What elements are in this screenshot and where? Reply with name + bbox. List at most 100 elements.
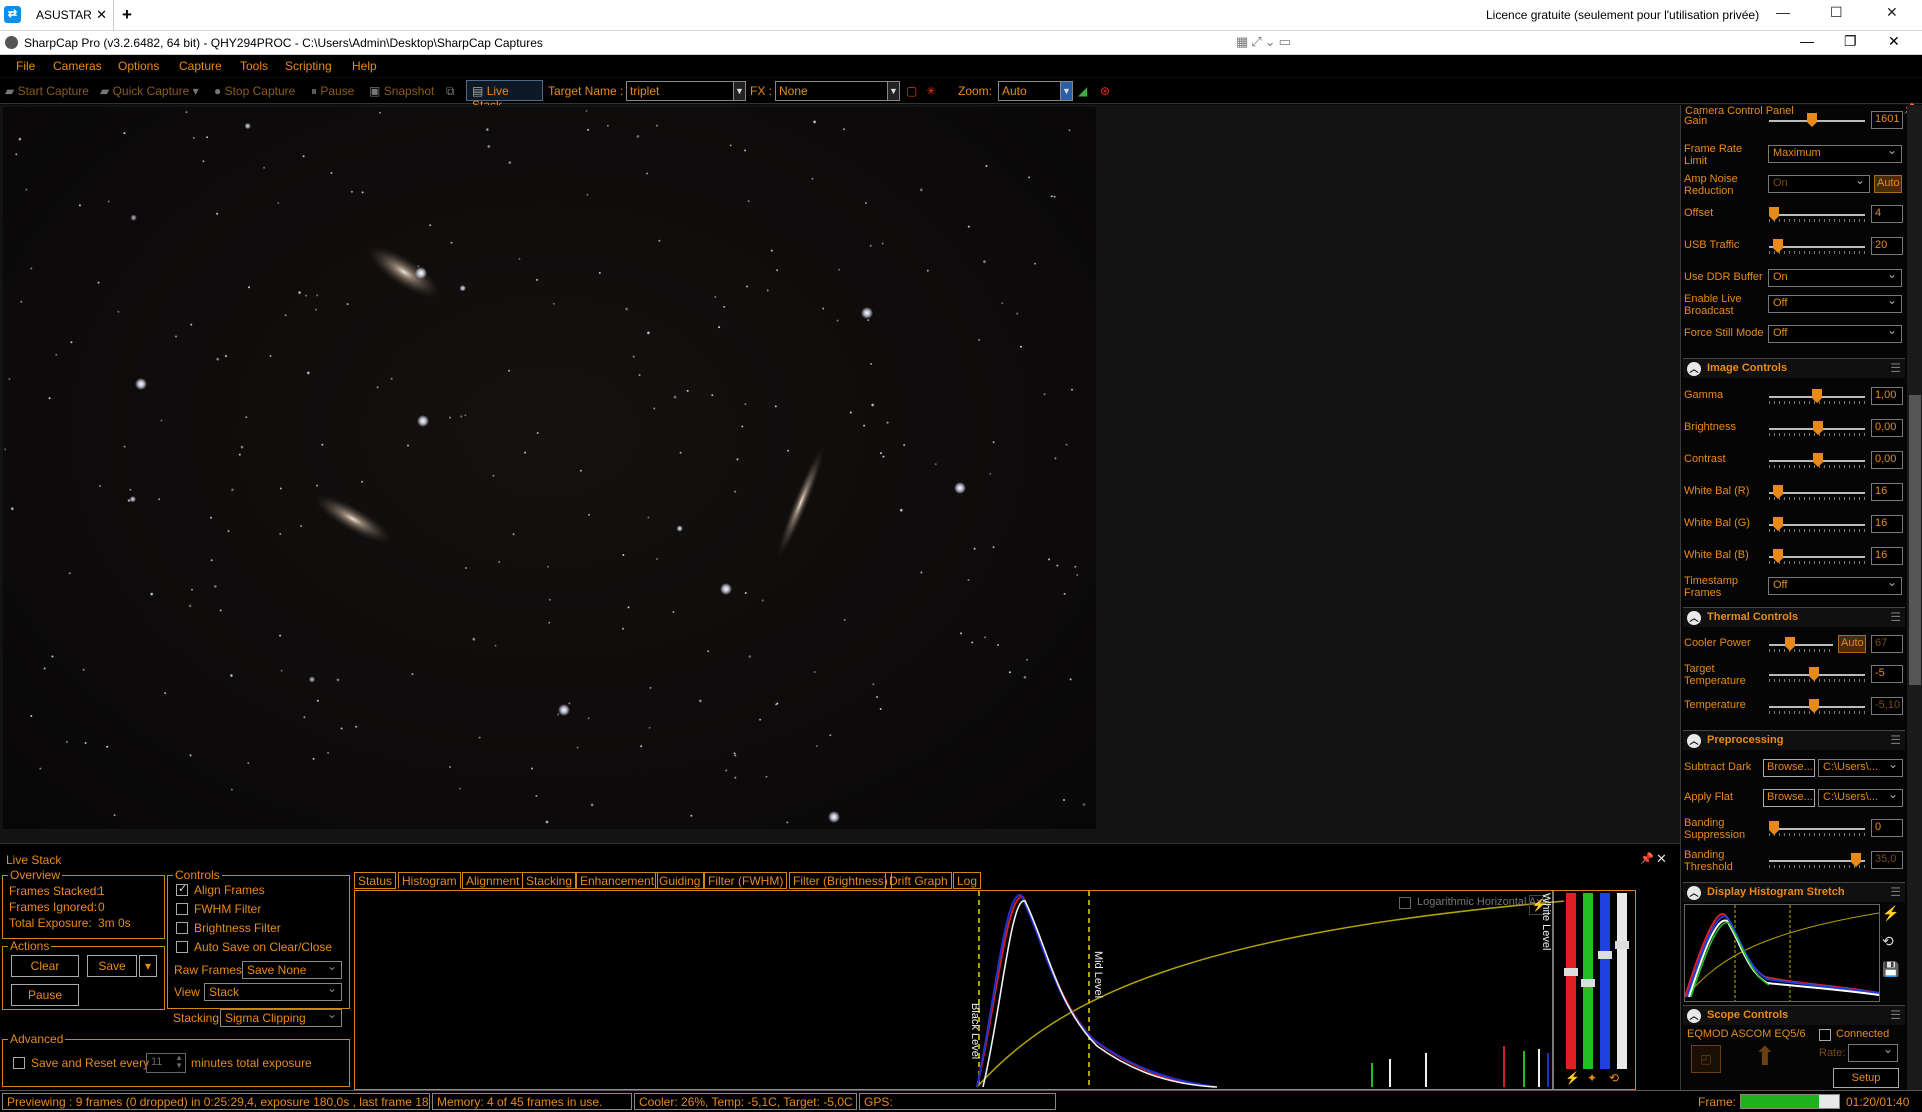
white-bal-b-value[interactable]: 16 — [1871, 547, 1903, 565]
app-minimize-icon[interactable]: — — [1800, 33, 1814, 49]
section-menu-icon[interactable]: ☰ — [1890, 361, 1901, 375]
fx-dropdown-icon[interactable]: ▼ — [887, 81, 900, 101]
histogram-toggle-icon[interactable]: ◢ — [1078, 84, 1087, 98]
tab-alignment[interactable]: Alignment — [462, 872, 524, 889]
raw-frames-select[interactable]: Save None — [242, 959, 342, 979]
tab-enhancement[interactable]: Enhancement — [576, 872, 659, 889]
snapshot-button[interactable]: ▣ Snapshot — [369, 84, 434, 98]
target-name-dropdown-icon[interactable]: ▼ — [733, 81, 746, 101]
mini-histogram[interactable] — [1684, 904, 1880, 1002]
ddr-buffer-select[interactable]: On — [1768, 267, 1902, 287]
white-slider-thumb[interactable] — [1615, 941, 1629, 949]
gamma-value[interactable]: 1,00 — [1871, 387, 1903, 405]
app-restore-icon[interactable]: ❐ — [1844, 33, 1857, 50]
contrast-value[interactable]: 0,00 — [1871, 451, 1903, 469]
image-controls-header[interactable]: ︿ Image Controls ☰ — [1683, 358, 1905, 378]
menu-scripting[interactable]: Scripting — [285, 59, 332, 73]
usb-traffic-slider[interactable] — [1769, 239, 1865, 255]
amp-noise-auto-button[interactable]: Auto — [1874, 175, 1902, 193]
fx-select[interactable]: None — [775, 81, 900, 101]
banding-threshold-slider[interactable] — [1769, 853, 1865, 869]
menu-options[interactable]: Options — [118, 59, 159, 73]
frame-rate-select[interactable]: Maximum — [1768, 143, 1902, 163]
dropdown-arrow-icon[interactable]: ▾ — [193, 84, 199, 98]
contrast-slider[interactable] — [1769, 453, 1865, 469]
browse-dark-button[interactable]: Browse... — [1763, 759, 1815, 777]
spinner-icon[interactable]: ▲ ▼ — [175, 1054, 183, 1070]
section-menu-icon[interactable]: ☰ — [1890, 610, 1901, 624]
save-reset-checkbox[interactable] — [13, 1057, 25, 1069]
tab-guiding[interactable]: Guiding — [655, 872, 705, 889]
clear-button[interactable]: Clear — [11, 955, 79, 977]
offset-value[interactable]: 4 — [1871, 205, 1903, 223]
thermal-controls-header[interactable]: ︿ Thermal Controls ☰ — [1683, 607, 1905, 627]
collapse-icon[interactable]: ︿ — [1687, 362, 1701, 376]
tab-drift-graph[interactable]: Drift Graph — [885, 872, 952, 889]
panel-scrollbar[interactable] — [1907, 105, 1922, 1090]
section-menu-icon[interactable]: ☰ — [1890, 1008, 1901, 1022]
zoom-select[interactable]: Auto — [998, 81, 1066, 101]
cooler-auto-button[interactable]: Auto — [1838, 635, 1866, 653]
reticle-icon[interactable]: ✳ — [926, 84, 936, 98]
tab-histogram[interactable]: Histogram — [398, 872, 461, 889]
tab-log[interactable]: Log — [953, 872, 982, 889]
start-capture-button[interactable]: ▰ Start Capture — [5, 84, 89, 98]
close-tab-icon[interactable]: ✕ — [96, 7, 107, 23]
live-broadcast-select[interactable]: Off — [1768, 293, 1902, 313]
collapse-icon[interactable]: ︿ — [1687, 734, 1701, 748]
menu-cameras[interactable]: Cameras — [53, 59, 102, 73]
green-slider-thumb[interactable] — [1581, 979, 1595, 987]
section-menu-icon[interactable]: ☰ — [1890, 885, 1901, 899]
connected-checkbox[interactable] — [1819, 1029, 1831, 1041]
save-stretch-icon[interactable]: 💾 — [1882, 961, 1899, 978]
flat-path-select[interactable]: C:\Users\... — [1818, 787, 1903, 807]
stack-histogram[interactable]: Logarithmic Horizontal Axis ⚡ Black Leve… — [354, 890, 1636, 1090]
star-icon[interactable]: ✦ — [1587, 1071, 1597, 1085]
white-bal-r-slider[interactable] — [1769, 485, 1865, 501]
rate-select[interactable] — [1848, 1042, 1898, 1062]
white-bal-r-value[interactable]: 16 — [1871, 483, 1903, 501]
white-bal-g-value[interactable]: 16 — [1871, 515, 1903, 533]
tab-filter-fwhm[interactable]: Filter (FWHM) — [704, 872, 788, 889]
settings-icon[interactable]: ⧉ — [446, 84, 455, 99]
brightness-filter-checkbox[interactable] — [176, 922, 188, 934]
menu-capture[interactable]: Capture — [179, 59, 222, 73]
zoom-dropdown-icon[interactable]: ▼ — [1060, 81, 1073, 101]
cooler-power-value[interactable]: 67 — [1871, 635, 1903, 653]
view-select[interactable]: Stack — [204, 981, 342, 1001]
target-icon[interactable]: ⊛ — [1100, 84, 1110, 98]
target-name-input[interactable]: triplet — [626, 81, 746, 101]
fwhm-filter-checkbox[interactable] — [176, 903, 188, 915]
session-tab[interactable]: ASUSTAR ✕ — [26, 0, 114, 31]
section-menu-icon[interactable]: ☰ — [1890, 733, 1901, 747]
menu-tools[interactable]: Tools — [240, 59, 268, 73]
minimize-icon[interactable]: — — [1776, 4, 1790, 20]
image-viewer[interactable] — [0, 105, 1680, 843]
banding-suppression-value[interactable]: 0 — [1871, 819, 1903, 837]
tab-stacking[interactable]: Stacking — [522, 872, 577, 889]
reset-icon[interactable]: ⟲ — [1609, 1071, 1619, 1085]
align-frames-checkbox[interactable] — [176, 882, 188, 896]
gamma-slider[interactable] — [1769, 389, 1865, 405]
north-arrow-icon[interactable]: ⬆ — [1754, 1043, 1776, 1069]
remote-toolbar-icons[interactable]: ▦⤢⌄▭ — [1236, 34, 1294, 50]
live-stack-button[interactable]: ▤ Live Stack — [466, 80, 543, 112]
gain-slider[interactable] — [1769, 113, 1865, 129]
menu-help[interactable]: Help — [352, 59, 377, 73]
maximize-icon[interactable]: ☐ — [1830, 4, 1843, 21]
white-bal-b-slider[interactable] — [1769, 549, 1865, 565]
timestamp-select[interactable]: Off — [1768, 575, 1902, 595]
white-bal-g-slider[interactable] — [1769, 517, 1865, 533]
menu-file[interactable]: File — [16, 59, 35, 73]
tab-status[interactable]: Status — [354, 872, 397, 889]
red-slider-thumb[interactable] — [1564, 968, 1578, 976]
dark-path-select[interactable]: C:\Users\... — [1818, 757, 1903, 777]
browse-flat-button[interactable]: Browse... — [1763, 789, 1815, 807]
gain-value[interactable]: 1601 — [1871, 111, 1903, 129]
target-temp-slider[interactable] — [1769, 667, 1865, 683]
pause-stack-button[interactable]: Pause — [11, 984, 79, 1006]
blue-slider-thumb[interactable] — [1598, 951, 1612, 959]
app-close-icon[interactable]: ✕ — [1888, 33, 1900, 50]
offset-slider[interactable] — [1769, 207, 1865, 223]
auto-balance-icon[interactable]: ⚡ — [1565, 1071, 1580, 1085]
